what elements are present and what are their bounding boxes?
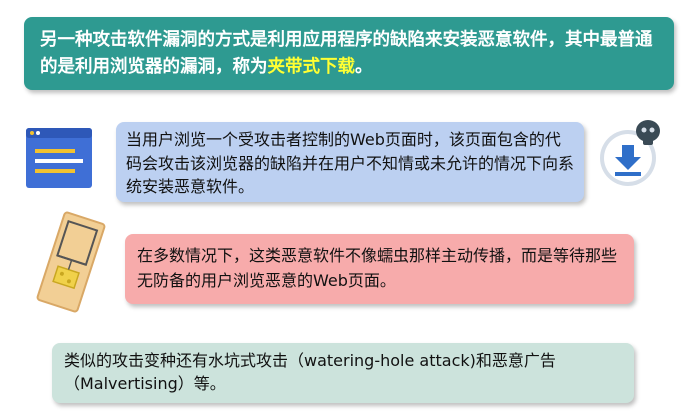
passive-note-box: 在多数情况下，这类恶意软件不像蠕虫那样主动传播，而是等待那些无防备的用户浏览恶意…	[125, 234, 634, 304]
mousetrap-icon	[28, 208, 114, 316]
variants-box: 类似的攻击变种还有水坑式攻击（watering-hole attack)和恶意广…	[52, 343, 634, 403]
browser-window-icon	[26, 128, 92, 188]
variants-text: 类似的攻击变种还有水坑式攻击（watering-hole attack)和恶意广…	[64, 351, 556, 393]
intro-highlight: 夹带式下载	[267, 57, 356, 77]
download-skull-icon	[598, 118, 664, 190]
description-box: 当用户浏览一个受攻击者控制的Web页面时，该页面包含的代码会攻击该浏览器的缺陷并…	[116, 122, 584, 202]
intro-banner: 另一种攻击软件漏洞的方式是利用应用程序的缺陷来安装恶意软件，其中最普通的是利用浏…	[24, 17, 674, 90]
description-text: 当用户浏览一个受攻击者控制的Web页面时，该页面包含的代码会攻击该浏览器的缺陷并…	[126, 130, 575, 196]
passive-note-text: 在多数情况下，这类恶意软件不像蠕虫那样主动传播，而是等待那些无防备的用户浏览恶意…	[137, 246, 618, 290]
intro-text-end: 。	[355, 57, 373, 77]
